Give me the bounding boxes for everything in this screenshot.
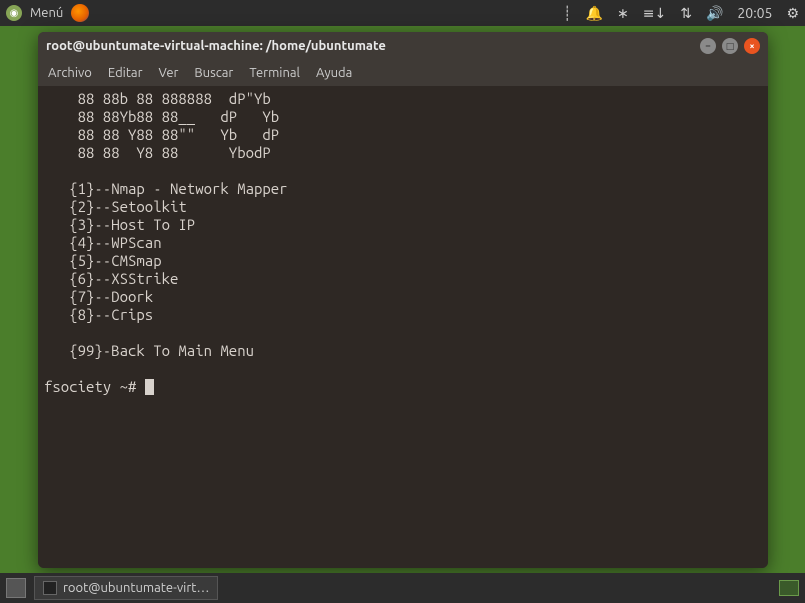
taskbar-item-terminal[interactable]: root@ubuntumate-virt… [34,576,218,600]
menubar: Archivo Editar Ver Buscar Terminal Ayuda [38,60,768,86]
window-title: root@ubuntumate-virtual-machine: /home/u… [46,39,386,53]
menu-item: {2}--Setoolkit [44,198,187,215]
mate-menu-icon[interactable]: ◉ [6,5,22,21]
notification-icon[interactable]: 🔔 [586,5,603,22]
menu-back: {99}-Back To Main Menu [44,342,254,359]
menu-label[interactable]: Menú [30,6,63,20]
titlebar[interactable]: root@ubuntumate-virtual-machine: /home/u… [38,32,768,60]
taskbar-label: root@ubuntumate-virt… [63,581,209,595]
settings-icon[interactable]: ⚙ [786,5,799,22]
bluetooth-icon[interactable]: ∗ [617,5,629,22]
maximize-button[interactable]: □ [722,38,738,54]
menu-view[interactable]: Ver [159,66,179,80]
ascii-line: 88 88Yb88 88__ dP Yb [44,108,279,125]
menu-item: {6}--XSStrike [44,270,178,287]
menu-item: {4}--WPScan [44,234,162,251]
menu-item: {7}--Doork [44,288,153,305]
ascii-line: 88 88b 88 888888 dP"Yb [44,90,271,107]
menu-item: {1}--Nmap - Network Mapper [44,180,288,197]
minimize-button[interactable]: – [700,38,716,54]
separator-icon: ┊ [563,5,571,22]
terminal-output[interactable]: 88 88b 88 888888 dP"Yb 88 88Yb88 88__ dP… [38,86,768,568]
top-panel: ◉ Menú ┊ 🔔 ∗ ≡↓ ⇅ 🔊 20:05 ⚙ [0,0,805,26]
volume-icon[interactable]: 🔊 [706,5,723,22]
ascii-line: 88 88 Y8 88 YbodP [44,144,271,161]
network-icon[interactable]: ⇅ [680,5,692,22]
menu-terminal[interactable]: Terminal [249,66,300,80]
indicator-icon[interactable]: ≡↓ [643,5,666,22]
menu-help[interactable]: Ayuda [316,66,352,80]
terminal-window: root@ubuntumate-virtual-machine: /home/u… [38,32,768,568]
menu-edit[interactable]: Editar [108,66,143,80]
menu-search[interactable]: Buscar [194,66,233,80]
workspace-switcher[interactable] [779,580,799,596]
menu-item: {3}--Host To IP [44,216,195,233]
ascii-line: 88 88 Y88 88"" Yb dP [44,126,279,143]
terminal-icon [43,581,57,595]
close-button[interactable]: × [744,38,760,54]
menu-item: {8}--Crips [44,306,153,323]
menu-file[interactable]: Archivo [48,66,92,80]
clock[interactable]: 20:05 [737,5,772,21]
cursor [145,379,154,395]
menu-item: {5}--CMSmap [44,252,162,269]
desktop: root@ubuntumate-virtual-machine: /home/u… [0,26,805,573]
bottom-panel: root@ubuntumate-virt… [0,573,805,603]
prompt: fsociety ~# [44,378,145,395]
show-desktop-button[interactable] [6,578,26,598]
firefox-icon[interactable] [71,4,89,22]
